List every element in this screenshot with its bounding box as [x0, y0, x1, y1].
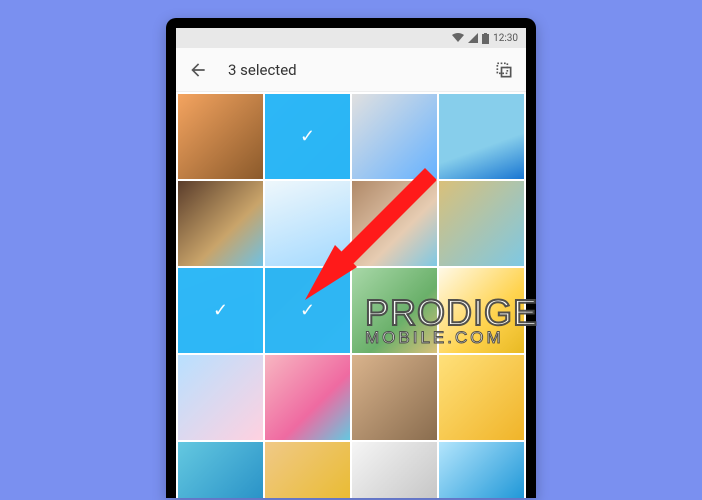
photo-thumbnail[interactable]: ✓ [265, 94, 350, 179]
signal-icon [468, 33, 478, 43]
photo-grid: ✓ ✓ ✓ [176, 92, 526, 498]
photo-thumbnail[interactable] [178, 181, 263, 266]
screen: 12:30 3 selected ✓ ✓ ✓ [176, 28, 526, 498]
status-time: 12:30 [493, 33, 518, 44]
photo-thumbnail[interactable]: ✓ [178, 268, 263, 353]
phone-frame: 12:30 3 selected ✓ ✓ ✓ [166, 18, 536, 498]
photo-thumbnail[interactable] [265, 442, 350, 498]
selection-toolbar: 3 selected [176, 48, 526, 92]
photo-thumbnail[interactable] [265, 355, 350, 440]
check-icon: ✓ [300, 300, 315, 321]
photo-thumbnail[interactable] [439, 355, 524, 440]
photo-thumbnail[interactable] [352, 181, 437, 266]
photo-thumbnail[interactable] [352, 355, 437, 440]
selection-overlay: ✓ [265, 268, 350, 353]
selection-overlay: ✓ [178, 268, 263, 353]
photo-thumbnail[interactable] [439, 442, 524, 498]
battery-icon [482, 33, 489, 44]
status-bar: 12:30 [176, 28, 526, 48]
check-icon: ✓ [300, 126, 315, 147]
photo-thumbnail[interactable] [439, 268, 524, 353]
select-all-icon[interactable] [494, 60, 514, 80]
photo-thumbnail[interactable] [352, 268, 437, 353]
photo-thumbnail[interactable] [178, 355, 263, 440]
photo-thumbnail[interactable] [178, 442, 263, 498]
photo-thumbnail[interactable] [352, 94, 437, 179]
selection-overlay: ✓ [265, 94, 350, 179]
photo-thumbnail[interactable] [439, 94, 524, 179]
check-icon: ✓ [213, 300, 228, 321]
photo-thumbnail[interactable] [352, 442, 437, 498]
selection-count-label: 3 selected [228, 61, 494, 79]
back-icon[interactable] [188, 60, 208, 80]
wifi-icon [452, 33, 464, 43]
photo-thumbnail[interactable]: ✓ [265, 268, 350, 353]
photo-thumbnail[interactable] [265, 181, 350, 266]
photo-thumbnail[interactable] [178, 94, 263, 179]
photo-thumbnail[interactable] [439, 181, 524, 266]
